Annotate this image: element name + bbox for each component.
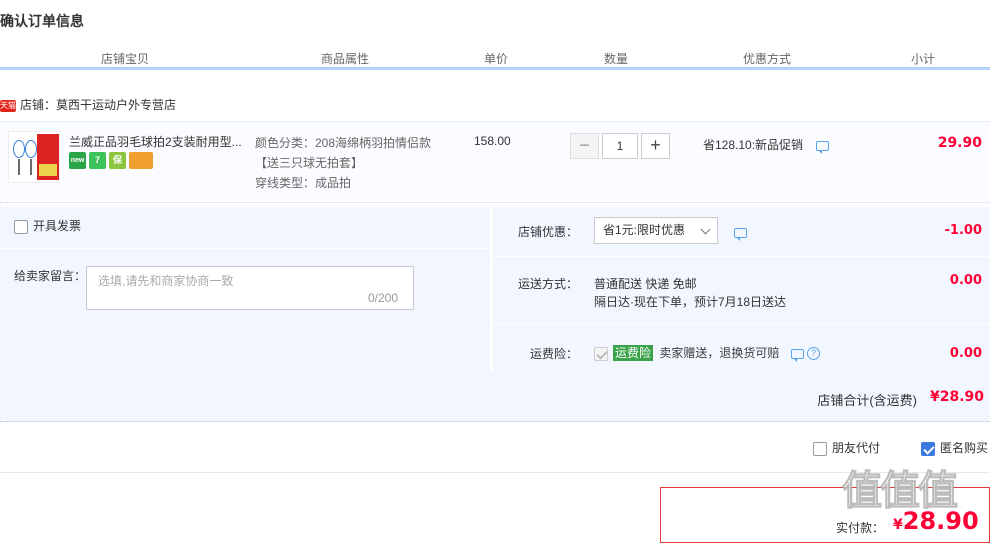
anonymous-purchase-checkbox[interactable]: [921, 441, 935, 456]
promotion-text: 省128.10:新品促销: [703, 138, 804, 152]
insurance-checkbox: [594, 346, 608, 361]
column-header-quantity: 数量: [603, 52, 628, 66]
message-bubble-icon[interactable]: [816, 140, 830, 154]
shipping-estimate: 隔日达·现在下单，预计7月18日送达: [594, 295, 787, 309]
seller-message-label: 给卖家留言：: [14, 269, 87, 283]
actual-payment-label: 实付款：: [836, 521, 885, 535]
message-bubble-icon[interactable]: [734, 227, 747, 241]
column-header-price: 单价: [483, 52, 508, 66]
page-title: 确认订单信息: [0, 13, 84, 29]
shipping-label: 运送方式：: [518, 277, 579, 291]
seller-message-counter: 0/200: [368, 291, 399, 305]
shop-name[interactable]: 店铺：莫西干运动户外专营店: [20, 98, 176, 112]
fees-divider: [493, 256, 990, 257]
quantity-stepper: − 1 +: [570, 133, 670, 159]
friend-pay-checkbox[interactable]: [813, 441, 827, 456]
friend-pay-label: 朋友代付: [832, 441, 881, 455]
anonymous-purchase-label: 匿名购买: [940, 441, 989, 455]
seller-message-placeholder: 选填,请先和商家协商一致: [98, 274, 234, 288]
new-badge-icon[interactable]: new: [69, 152, 86, 169]
item-attr-color: 颜色分类：208海绵柄羽拍情侣款: [255, 136, 432, 150]
header-divider: [0, 67, 990, 70]
item-attr-bundle: 【送三只球无拍套】: [255, 156, 364, 170]
site-watermark: 值值值: [842, 469, 959, 514]
column-header-attributes: 商品属性: [320, 52, 369, 66]
column-header-discount: 优惠方式: [742, 52, 791, 66]
item-attr-string: 穿线类型：成品拍: [255, 176, 352, 190]
shop-discount-select[interactable]: 省1元:限时优惠: [594, 217, 718, 244]
currency-symbol: ¥: [893, 517, 903, 533]
seven-day-return-icon[interactable]: 7: [89, 152, 106, 169]
item-service-tags: new 7 保: [69, 152, 153, 170]
shop-discount-label: 店铺优惠：: [518, 225, 579, 239]
help-question-icon[interactable]: ?: [807, 347, 821, 361]
shop-total-value: ¥28.90: [929, 389, 984, 405]
unit-price: 158.00: [474, 134, 511, 148]
insurance-label: 运费险：: [530, 347, 579, 361]
shop-discount-value: 省1元:限时优惠: [603, 223, 686, 237]
invoice-checkbox[interactable]: [14, 219, 28, 234]
shop-discount-message: [734, 225, 747, 241]
item-thumbnail[interactable]: [8, 131, 60, 183]
shipping-method: 普通配送 快递 免邮: [594, 277, 697, 291]
insurance-text: 卖家赠送，退换货可赔: [659, 346, 780, 360]
quantity-decrease-button[interactable]: −: [570, 133, 599, 159]
tmall-badge-icon: 天猫: [0, 99, 16, 112]
column-header-item: 店铺宝贝: [100, 52, 149, 66]
quantity-input[interactable]: 1: [602, 133, 638, 159]
message-bubble-icon[interactable]: [790, 348, 804, 362]
friend-pay-option[interactable]: 朋友代付: [813, 440, 880, 456]
invoice-option[interactable]: 开具发票: [14, 218, 81, 234]
anonymous-purchase-option[interactable]: 匿名购买: [921, 440, 988, 456]
insurance-option: 运费险 卖家赠送，退换货可赔 ?: [594, 345, 821, 362]
shop-row: 天猫 店铺：莫西干运动户外专营店: [0, 95, 176, 115]
card-payment-icon[interactable]: [129, 152, 153, 169]
invoice-label: 开具发票: [33, 219, 82, 233]
item-subtotal: 29.90: [937, 135, 982, 151]
fees-divider: [493, 324, 990, 325]
insurance-tag: 运费险: [613, 345, 654, 361]
chevron-down-icon: [700, 224, 711, 235]
quantity-increase-button[interactable]: +: [641, 133, 670, 159]
shop-total-label: 店铺合计(含运费): [817, 393, 917, 408]
insurance-amount: 0.00: [949, 346, 982, 361]
item-title-link[interactable]: 兰威正品羽毛球拍2支装耐用型...: [69, 134, 249, 150]
column-header-subtotal: 小计: [910, 52, 935, 66]
item-promotion: 省128.10:新品促销: [703, 136, 830, 154]
shipping-amount: 0.00: [949, 273, 982, 288]
guarantee-icon[interactable]: 保: [109, 152, 126, 169]
shop-discount-amount: -1.00: [944, 223, 982, 238]
